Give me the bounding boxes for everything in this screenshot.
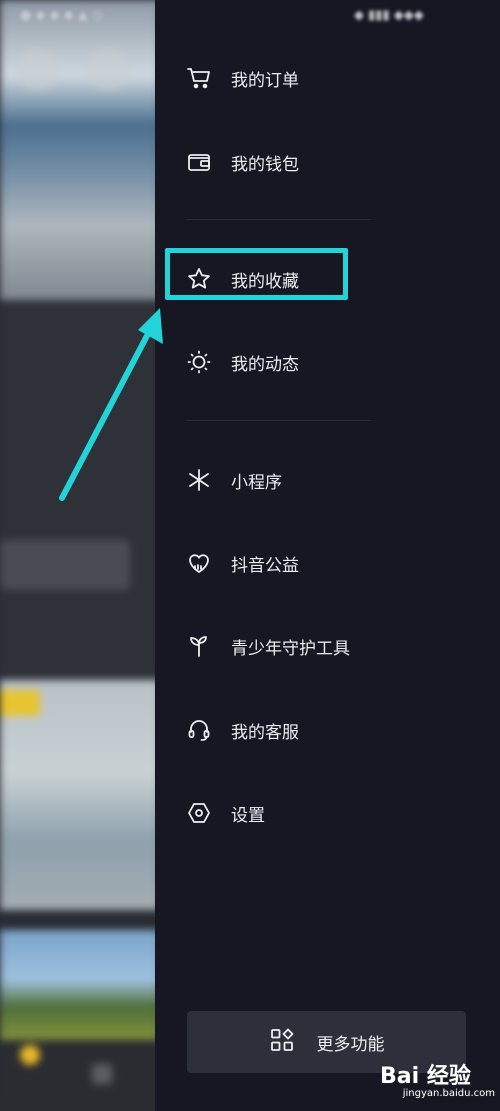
baidu-jingyan-watermark: Bai 经验 jingyan.baidu.com <box>380 1056 495 1106</box>
watermark-logo: Bai 经验 <box>380 1064 471 1089</box>
more-features-label: 更多功能 <box>316 1034 385 1055</box>
annotation-arrow-icon <box>59 308 163 501</box>
watermark-url: jingyan.baidu.com <box>402 1088 495 1099</box>
grid-icon <box>269 1027 295 1057</box>
